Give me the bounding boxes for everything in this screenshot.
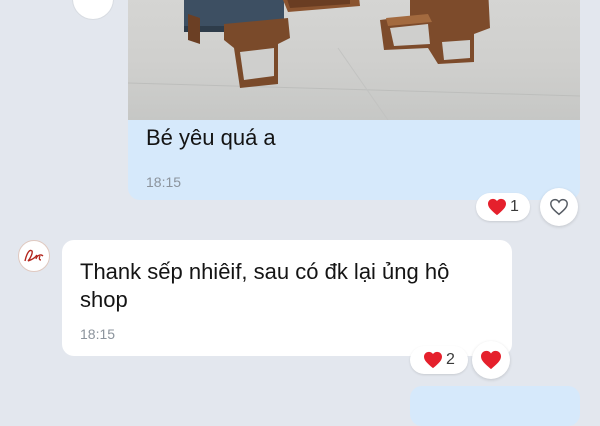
message-text-line: Thank sếp nhiêif, sau có đk lại ủng hộ: [80, 259, 450, 284]
message-timestamp: 18:15: [80, 326, 116, 342]
message-photo[interactable]: [128, 0, 580, 120]
outgoing-message-bubble[interactable]: Bé yêu quá a 18:15: [128, 0, 580, 200]
heart-icon: [488, 198, 507, 216]
heart-icon: [424, 351, 443, 369]
heart-icon: [481, 350, 501, 370]
incoming-message-bubble[interactable]: Thank sếp nhiêif, sau có đk lại ủng hộ s…: [62, 240, 512, 356]
reaction-summary[interactable]: 2: [410, 346, 468, 374]
avatar[interactable]: [72, 0, 114, 20]
message-text-line: shop: [80, 287, 128, 312]
reaction-summary[interactable]: 1: [476, 193, 530, 221]
shop-logo-icon: [24, 249, 44, 262]
furniture-photo-illustration: [128, 0, 580, 120]
message-timestamp: 18:15: [146, 174, 182, 190]
outgoing-message-bubble[interactable]: [410, 386, 580, 426]
reaction-count: 2: [446, 351, 455, 368]
sender-avatar[interactable]: [18, 240, 50, 272]
react-button[interactable]: [540, 188, 578, 226]
react-button[interactable]: [472, 341, 510, 379]
heart-outline-icon: [550, 198, 568, 216]
message-text: Bé yêu quá a: [146, 125, 276, 150]
reaction-count: 1: [510, 198, 519, 215]
